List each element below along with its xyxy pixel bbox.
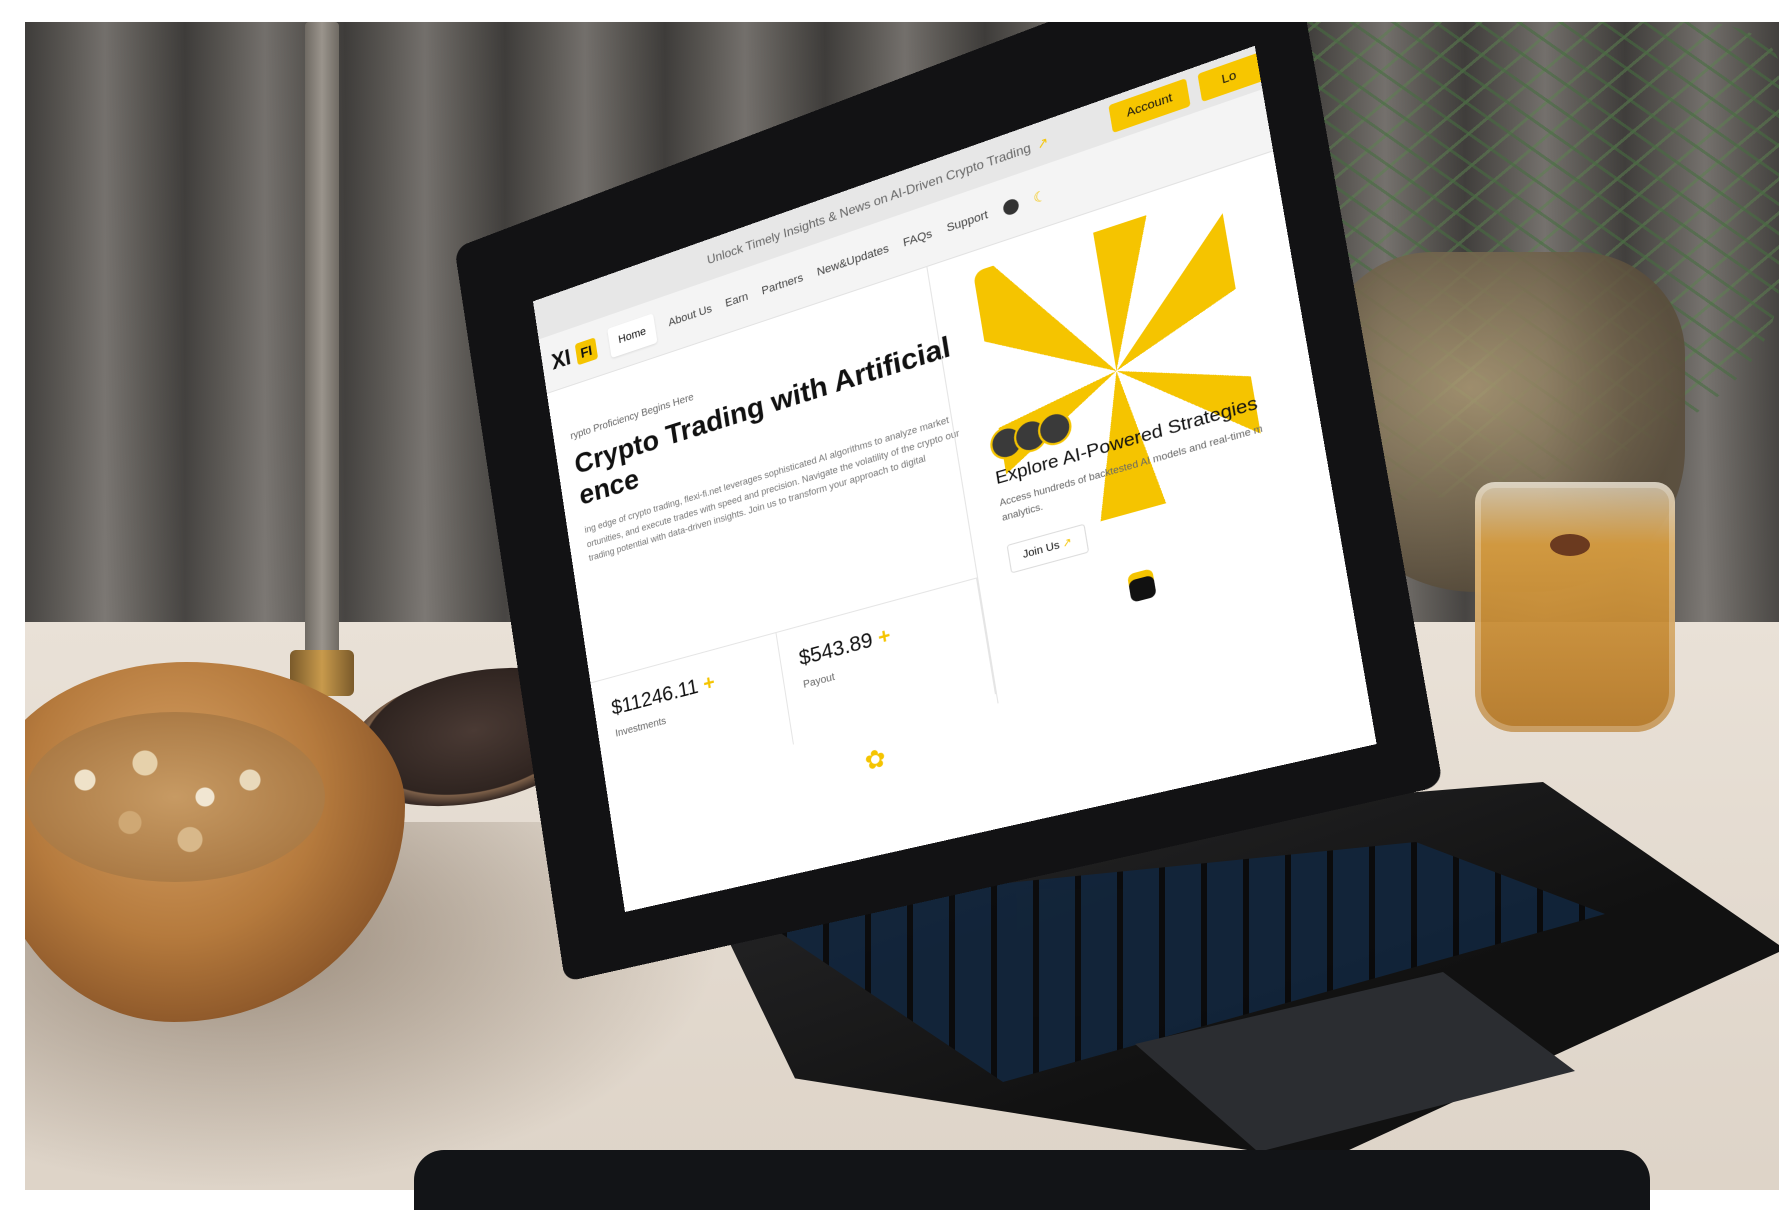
nuts bbox=[25, 712, 325, 882]
nav-earn[interactable]: Earn bbox=[724, 290, 749, 310]
coins-icon: ✿ bbox=[862, 743, 888, 777]
arrow-up-right-icon: ↗ bbox=[1061, 536, 1073, 551]
logo-mark: FI bbox=[574, 337, 598, 366]
join-label: Join Us bbox=[1022, 539, 1061, 562]
nav-partners[interactable]: Partners bbox=[761, 272, 804, 298]
nav-updates[interactable]: New&Updates bbox=[816, 242, 890, 279]
nav-about[interactable]: About Us bbox=[668, 303, 713, 330]
product-photo: Unlock Timely Insights & News on AI-Driv… bbox=[25, 22, 1779, 1190]
bottom-overlay-panel bbox=[414, 1150, 1650, 1210]
drink-glass bbox=[1475, 482, 1675, 732]
stat-investments: $11246.11 + Investments bbox=[590, 632, 794, 791]
stats-row: $11246.11 + Investments $543.89 + Payout bbox=[590, 577, 996, 791]
candle bbox=[305, 22, 339, 662]
logo[interactable]: XI FI bbox=[550, 335, 598, 375]
logo-text: XI bbox=[549, 344, 573, 375]
plus-icon: + bbox=[876, 624, 893, 650]
nav-home[interactable]: Home bbox=[607, 313, 658, 359]
star-anise bbox=[1550, 534, 1590, 556]
arrow-up-right-icon: ↗ bbox=[1035, 133, 1050, 153]
chip-icon bbox=[1128, 574, 1157, 603]
stat-payout: $543.89 + Payout bbox=[776, 578, 996, 745]
telegram-icon[interactable] bbox=[1001, 197, 1020, 217]
moon-icon[interactable]: ☾ bbox=[1032, 187, 1048, 208]
plus-icon: + bbox=[701, 670, 717, 696]
nav-faqs[interactable]: FAQs bbox=[902, 228, 933, 250]
nav-support[interactable]: Support bbox=[946, 209, 989, 235]
